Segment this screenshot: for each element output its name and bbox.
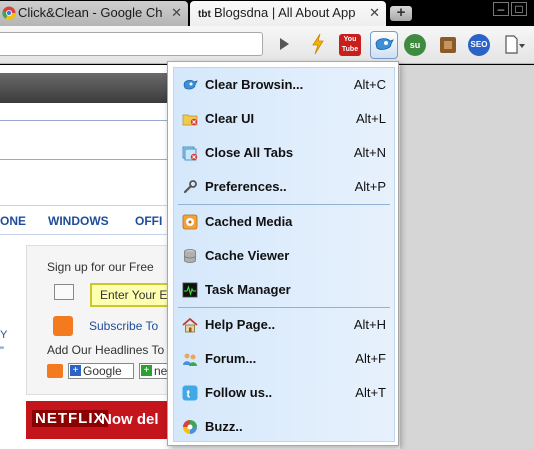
menu-item-shortcut: Alt+H [353, 317, 386, 332]
svg-text:t: t [187, 389, 191, 401]
menu-item-forum[interactable]: Forum... Alt+F [174, 344, 394, 374]
add-to-google-button[interactable]: Google [68, 363, 134, 379]
buzz-icon [183, 420, 197, 434]
site-header-bar [0, 73, 175, 103]
click-clean-button[interactable] [370, 31, 398, 59]
netflix-logo: NETFLIX [32, 410, 108, 427]
tab-click-clean[interactable]: Click&Clean - Google Ch ✕ [0, 1, 188, 26]
menu-item-label: Clear Browsin... [205, 77, 304, 92]
netflix-ad-text: Now del [101, 411, 159, 428]
browser-toolbar: You Tube su SEO [0, 26, 534, 64]
people-icon [183, 353, 197, 366]
nav-item-office[interactable]: OFFI [135, 214, 162, 228]
menu-item-task-manager[interactable]: Task Manager [174, 275, 394, 305]
signup-text: Sign up for our Free [47, 260, 154, 274]
tab-blogsdna[interactable]: tbt Blogsdna | All About App ✕ [190, 1, 386, 26]
wrench-icon [183, 180, 197, 194]
click-clean-icon [375, 38, 394, 50]
menu-item-cached-media[interactable]: Cached Media [174, 207, 394, 237]
folder-clear-icon [182, 114, 198, 126]
stumbleupon-icon[interactable]: su [404, 34, 426, 56]
divider [0, 120, 175, 121]
menu-item-clear-ui[interactable]: Clear UI Alt+L [174, 104, 394, 134]
page-menu-icon[interactable] [504, 35, 526, 55]
menu-item-shortcut: Alt+C [353, 77, 386, 92]
media-icon [182, 214, 198, 230]
headlines-text: Add Our Headlines To [47, 343, 165, 357]
site-nav: ONE WINDOWS OFFI [0, 205, 175, 235]
tab-title: Click&Clean - Google Ch [18, 5, 163, 20]
netflix-ad[interactable]: NETFLIX Now del [26, 401, 176, 439]
subscribe-link[interactable]: Subscribe To [89, 319, 158, 333]
menu-item-shortcut: Alt+L [356, 111, 386, 126]
new-tab-button[interactable]: + [390, 5, 412, 21]
svg-text:tbt: tbt [198, 9, 211, 20]
menu-item-label: Buzz.. [205, 419, 243, 434]
side-text: " [0, 345, 4, 357]
brown-square-icon[interactable] [439, 36, 457, 54]
menu-item-label: Help Page.. [205, 317, 276, 332]
rss-icon[interactable] [53, 316, 73, 336]
close-tabs-icon [182, 146, 198, 161]
minimize-button[interactable]: – [493, 2, 509, 16]
menu-item-label: Cache Viewer [205, 248, 290, 263]
menu-item-label: Task Manager [205, 282, 291, 297]
menu-item-shortcut: Alt+F [355, 351, 386, 366]
menu-item-preferences[interactable]: Preferences.. Alt+P [174, 172, 394, 202]
menu-item-help-page[interactable]: Help Page.. Alt+H [174, 310, 394, 340]
menu-panel: Clear Browsin... Alt+C Clear UI Alt+L Cl… [173, 67, 395, 442]
menu-item-clear-browsing[interactable]: Clear Browsin... Alt+C [174, 70, 394, 100]
divider [0, 159, 175, 160]
click-clean-menu: Clear Browsin... Alt+C Clear UI Alt+L Cl… [167, 61, 399, 446]
menu-item-shortcut: Alt+N [353, 145, 386, 160]
menu-item-label: Cached Media [205, 214, 293, 229]
menu-separator [178, 307, 390, 308]
task-manager-icon [182, 282, 198, 298]
tab-close-icon[interactable]: ✕ [171, 1, 182, 24]
side-text: Y [0, 329, 8, 341]
envelope-icon [54, 284, 74, 300]
play-icon[interactable] [276, 36, 292, 52]
page-margin [400, 65, 534, 449]
menu-item-shortcut: Alt+P [354, 179, 386, 194]
twitter-icon: t [182, 385, 198, 401]
maximize-button[interactable]: □ [511, 2, 527, 16]
tab-title: Blogsdna | All About App [214, 5, 356, 20]
menu-item-shortcut: Alt+T [355, 385, 386, 400]
nav-item-windows[interactable]: WINDOWS [48, 214, 109, 228]
database-icon [184, 249, 196, 263]
menu-item-label: Clear UI [205, 111, 255, 126]
menu-separator [178, 204, 390, 205]
menu-item-buzz[interactable]: Buzz.. [174, 412, 394, 442]
menu-item-label: Follow us.. [205, 385, 273, 400]
nav-item-one[interactable]: ONE [0, 214, 26, 228]
menu-item-follow-us[interactable]: t Follow us.. Alt+T [174, 378, 394, 408]
tab-close-icon[interactable]: ✕ [369, 1, 380, 24]
blogsdna-icon: tbt [198, 9, 211, 20]
menu-item-label: Close All Tabs [205, 145, 294, 160]
lightning-icon[interactable] [310, 33, 326, 55]
click-clean-icon [183, 79, 198, 90]
menu-item-label: Preferences.. [205, 179, 287, 194]
menu-item-label: Forum... [205, 351, 257, 366]
seo-icon[interactable]: SEO [468, 34, 490, 56]
youtube-icon[interactable]: You Tube [339, 34, 361, 56]
home-icon [182, 317, 198, 333]
browser-window: Click&Clean - Google Ch ✕ tbt Blogsdna |… [0, 0, 534, 449]
chrome-icon [2, 6, 16, 20]
menu-item-cache-viewer[interactable]: Cache Viewer [174, 241, 394, 271]
rss-small-icon[interactable] [47, 364, 63, 378]
address-bar[interactable] [0, 32, 263, 56]
menu-item-close-all-tabs[interactable]: Close All Tabs Alt+N [174, 138, 394, 168]
tab-strip: Click&Clean - Google Ch ✕ tbt Blogsdna |… [0, 0, 534, 26]
